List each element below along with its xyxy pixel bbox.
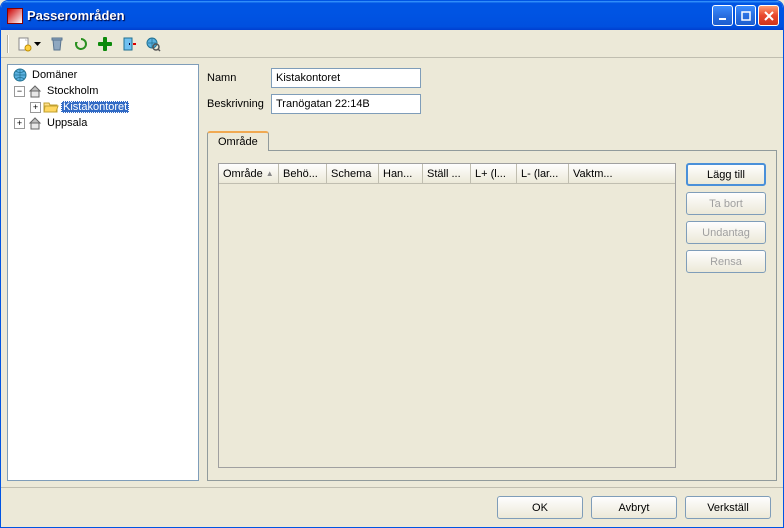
door-icon [121,36,137,52]
tree-node-kistakontoret[interactable]: + Kistakontoret [8,99,198,115]
new-document-icon [15,35,33,53]
col-omrade[interactable]: Område▲ [219,164,279,183]
add-area-button[interactable]: Lägg till [686,163,766,186]
col-lminus[interactable]: L- (lar... [517,164,569,183]
tab-panel: Område▲ Behö... Schema Han... Ställ ... … [207,150,777,481]
tabstrip: Område [207,128,777,150]
tree-root-label: Domäner [30,69,79,81]
col-behorighet[interactable]: Behö... [279,164,327,183]
maximize-button[interactable] [735,5,756,26]
tab-label: Område [218,136,258,148]
col-vaktm[interactable]: Vaktm... [569,164,675,183]
trash-icon [49,36,65,52]
tab-omrade[interactable]: Område [207,131,269,151]
grid-body [219,184,675,467]
close-button[interactable] [758,5,779,26]
expand-icon[interactable]: + [14,118,25,129]
exception-button[interactable]: Undantag [686,221,766,244]
app-icon [7,8,23,24]
add-button[interactable] [96,35,114,53]
chevron-down-icon[interactable] [33,35,42,53]
description-label: Beskrivning [207,98,271,110]
globe-icon [12,68,28,82]
description-input[interactable] [271,94,421,114]
areas-grid[interactable]: Område▲ Behö... Schema Han... Ställ ... … [218,163,676,468]
search-button[interactable] [144,35,162,53]
apply-button[interactable]: Verkställ [685,496,771,519]
exit-button[interactable] [120,35,138,53]
new-button[interactable] [15,35,42,53]
house-icon [27,116,43,130]
tree-node-label: Kistakontoret [61,101,129,113]
sort-asc-icon: ▲ [266,169,274,178]
toolbar [1,30,783,58]
delete-button[interactable] [48,35,66,53]
tree-node-label: Uppsala [45,117,89,129]
tree-root[interactable]: Domäner [8,67,198,83]
tree-node-stockholm[interactable]: − Stockholm [8,83,198,99]
name-label: Namn [207,72,271,84]
expand-icon[interactable]: + [30,102,41,113]
name-input[interactable] [271,68,421,88]
window-title: Passerområden [27,8,712,23]
col-handelse[interactable]: Han... [379,164,423,183]
remove-area-button[interactable]: Ta bort [686,192,766,215]
refresh-icon [73,36,89,52]
tree-node-label: Stockholm [45,85,100,97]
dialog-footer: OK Avbryt Verkställ [1,487,783,527]
minimize-button[interactable] [712,5,733,26]
col-stall[interactable]: Ställ ... [423,164,471,183]
refresh-button[interactable] [72,35,90,53]
col-schema[interactable]: Schema [327,164,379,183]
globe-search-icon [145,36,161,52]
details-form: Namn Beskrivning [207,64,777,128]
tree-node-uppsala[interactable]: + Uppsala [8,115,198,131]
folder-open-icon [43,100,59,114]
col-lplus[interactable]: L+ (l... [471,164,517,183]
titlebar: Passerområden [1,1,783,30]
ok-button[interactable]: OK [497,496,583,519]
app-window: Passerområden [0,0,784,528]
cancel-button[interactable]: Avbryt [591,496,677,519]
plus-icon [96,35,114,53]
grid-header: Område▲ Behö... Schema Han... Ställ ... … [219,164,675,184]
collapse-icon[interactable]: − [14,86,25,97]
clear-button[interactable]: Rensa [686,250,766,273]
domain-tree[interactable]: Domäner − Stockholm + Kistakontoret + [7,64,199,481]
house-icon [27,84,43,98]
